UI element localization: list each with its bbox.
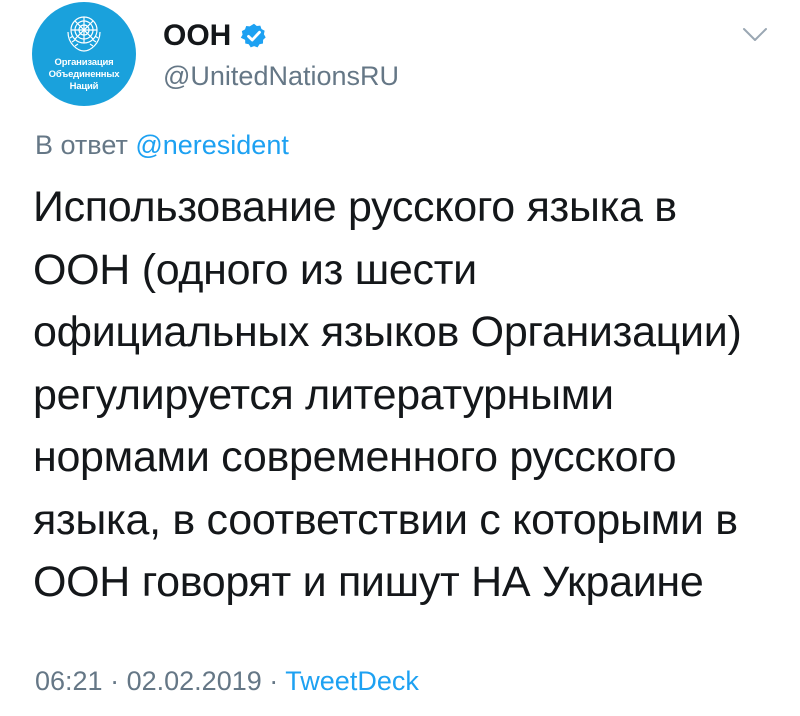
tweet-source-link[interactable]: TweetDeck bbox=[285, 666, 419, 696]
reply-context: В ответ @neresident bbox=[35, 128, 289, 162]
avatar-text-line-1: Организация bbox=[54, 57, 114, 68]
chevron-down-icon[interactable] bbox=[742, 26, 768, 44]
tweet-text-line: языка, в соответствии с которыми в bbox=[33, 495, 738, 544]
author-display-name[interactable]: ООН bbox=[163, 18, 231, 54]
tweet-text: Использование русского языка в ООН (одно… bbox=[33, 176, 773, 614]
reply-prefix: В ответ bbox=[35, 130, 128, 160]
tweet-text-line: нормами современного русского bbox=[33, 433, 677, 481]
reply-mention-link[interactable]: @neresident bbox=[135, 130, 289, 160]
tweet-text-line: регулируется литературными bbox=[33, 370, 614, 419]
tweet-text-line: Использование русского языка в bbox=[33, 183, 677, 231]
avatar[interactable]: Организация Объединенных Наций bbox=[32, 2, 136, 106]
un-emblem-icon bbox=[67, 16, 101, 52]
avatar-text-line-2: Объединенных bbox=[48, 69, 120, 80]
tweet-date[interactable]: 02.02.2019 bbox=[127, 666, 262, 696]
tweet-meta: 06:21 · 02.02.2019 · TweetDeck bbox=[35, 664, 419, 698]
avatar-text-line-3: Наций bbox=[69, 81, 99, 92]
author-handle[interactable]: @UnitedNationsRU bbox=[163, 60, 399, 92]
verified-badge-icon bbox=[240, 23, 266, 48]
tweet-text-line: ООН говорят и пишут НА Украине bbox=[33, 558, 704, 606]
meta-separator: · bbox=[269, 666, 279, 696]
tweet-card: Организация Объединенных Наций ООН @Unit… bbox=[0, 0, 800, 716]
meta-separator: · bbox=[110, 666, 120, 696]
tweet-text-line: ООН (одного из шести bbox=[33, 245, 477, 294]
tweet-time[interactable]: 06:21 bbox=[35, 666, 103, 696]
tweet-text-line: официальных языков Организации) bbox=[33, 308, 742, 356]
